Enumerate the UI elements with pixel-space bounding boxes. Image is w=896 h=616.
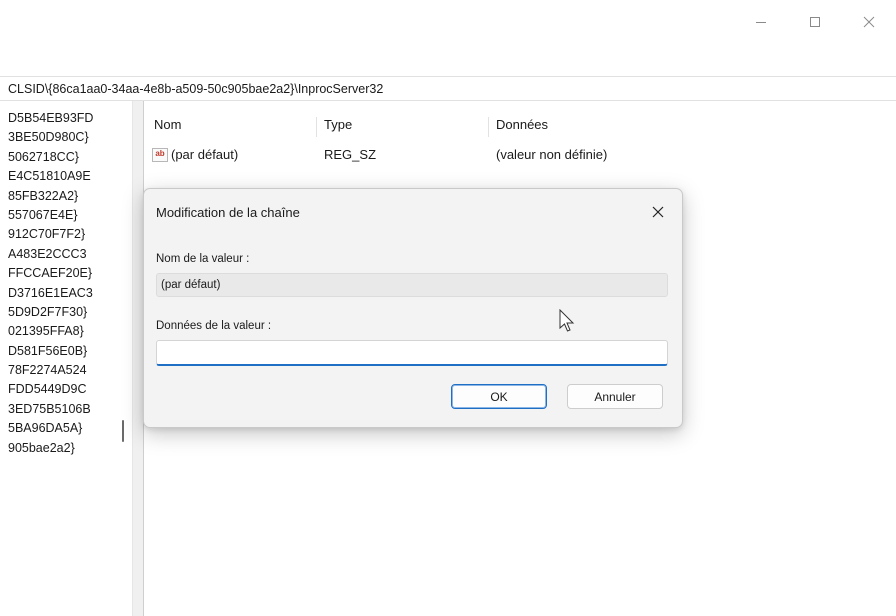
tree-item[interactable]: 557067E4E}	[0, 206, 132, 225]
tree-item[interactable]: FDD5449D9C	[0, 380, 132, 399]
value-data: (valeur non définie)	[496, 147, 608, 162]
maximize-button[interactable]	[788, 0, 842, 44]
tree-item[interactable]: D3716E1EAC3	[0, 284, 132, 303]
address-bar[interactable]: CLSID\{86ca1aa0-34aa-4e8b-a509-50c905bae…	[0, 76, 896, 101]
close-icon	[863, 16, 875, 28]
column-header-type[interactable]: Type	[324, 117, 352, 132]
tree-item[interactable]: 85FB322A2}	[0, 187, 132, 206]
tree-item[interactable]: D581F56E0B}	[0, 342, 132, 361]
dialog-close-button[interactable]	[644, 199, 672, 225]
value-data-input[interactable]	[156, 340, 668, 366]
tree-item[interactable]: 5062718CC}	[0, 148, 132, 167]
values-header: Nom Type Données	[144, 111, 896, 137]
address-path: CLSID\{86ca1aa0-34aa-4e8b-a509-50c905bae…	[8, 81, 384, 96]
tree-scrollbar-thumb[interactable]	[122, 420, 124, 442]
tree-item[interactable]: 912C70F7F2}	[0, 225, 132, 244]
tree-item[interactable]: 3ED75B5106B	[0, 400, 132, 419]
tree-item[interactable]: D5B54EB93FD	[0, 109, 132, 128]
mouse-pointer-icon	[559, 309, 575, 332]
value-data-label: Données de la valeur :	[156, 320, 272, 332]
tree-item[interactable]: 5BA96DA5A}	[0, 419, 132, 438]
column-header-name[interactable]: Nom	[154, 117, 181, 132]
tree-item[interactable]: E4C51810A9E	[0, 167, 132, 186]
value-name-field: (par défaut)	[156, 273, 668, 297]
window-controls	[734, 0, 896, 44]
tree-item[interactable]: 5D9D2F7F30}	[0, 303, 132, 322]
edit-string-dialog: Modification de la chaîne Nom de la vale…	[143, 188, 683, 428]
value-row[interactable]: ab (par défaut) REG_SZ (valeur non défin…	[144, 141, 896, 165]
maximize-icon	[810, 17, 820, 27]
ok-button[interactable]: OK	[451, 384, 547, 409]
column-divider[interactable]	[316, 117, 317, 137]
tree-item[interactable]: FFCCAEF20E}	[0, 264, 132, 283]
minimize-icon	[756, 22, 766, 23]
column-header-data[interactable]: Données	[496, 117, 548, 132]
key-tree: D5B54EB93FD 3BE50D980C} 5062718CC} E4C51…	[0, 101, 132, 616]
close-icon	[652, 206, 664, 218]
minimize-button[interactable]	[734, 0, 788, 44]
string-value-icon: ab	[152, 147, 168, 162]
column-divider[interactable]	[488, 117, 489, 137]
tree-item[interactable]: 78F2274A524	[0, 361, 132, 380]
close-window-button[interactable]	[842, 0, 896, 44]
value-type: REG_SZ	[324, 147, 377, 162]
value-name: (par défaut)	[171, 147, 239, 162]
dialog-title: Modification de la chaîne	[156, 205, 300, 220]
value-name-label: Nom de la valeur :	[156, 253, 250, 265]
tree-item[interactable]: A483E2CCC3	[0, 245, 132, 264]
cancel-button[interactable]: Annuler	[567, 384, 663, 409]
value-name-cell: ab (par défaut)	[152, 147, 238, 162]
tree-item[interactable]: 3BE50D980C}	[0, 128, 132, 147]
tree-item[interactable]: 905bae2a2}	[0, 439, 132, 458]
tree-item[interactable]: 021395FFA8}	[0, 322, 132, 341]
